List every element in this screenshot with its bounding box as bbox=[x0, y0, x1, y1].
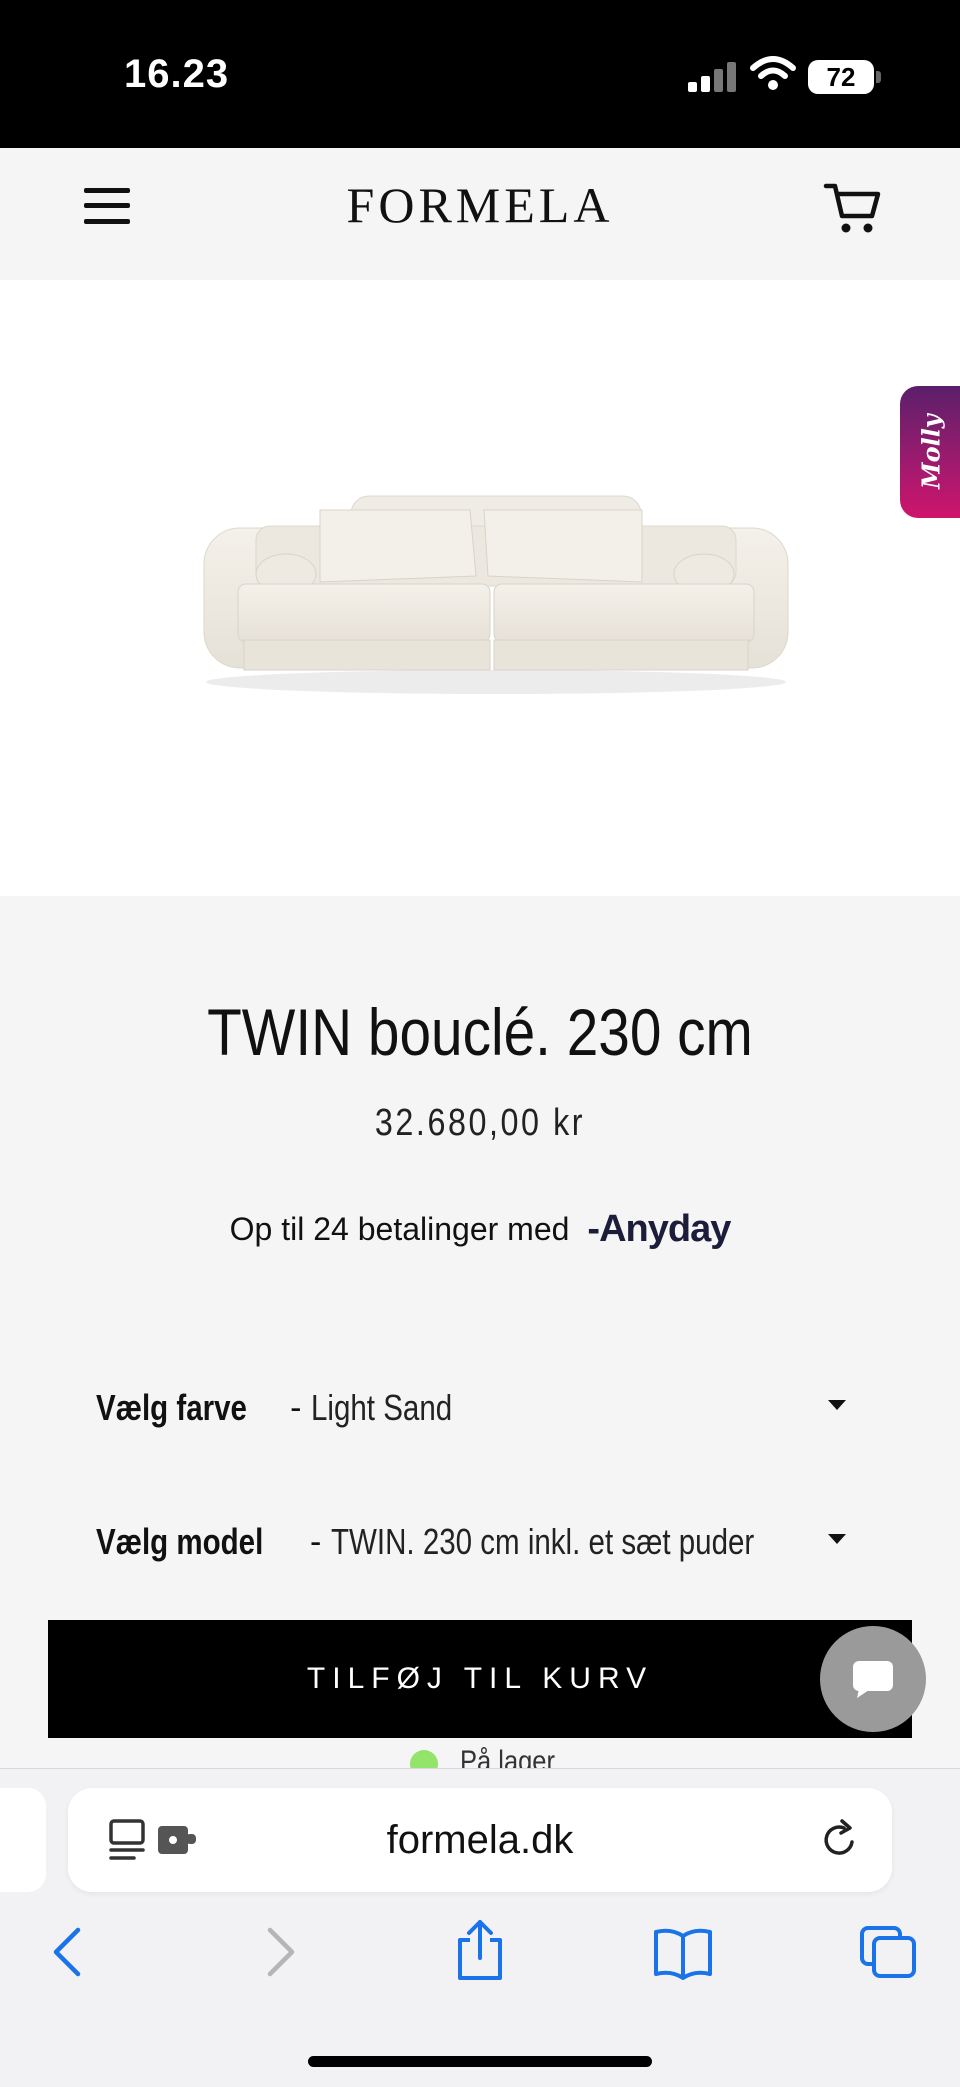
chat-button[interactable] bbox=[820, 1626, 926, 1732]
color-selector-value[interactable]: Light Sand bbox=[311, 1387, 452, 1429]
home-indicator bbox=[308, 2056, 652, 2067]
battery-tip bbox=[876, 71, 881, 83]
color-selector-label: Vælg farve bbox=[96, 1387, 247, 1428]
forward-icon[interactable] bbox=[250, 1924, 306, 1980]
battery-icon: 72 bbox=[808, 60, 874, 94]
share-icon[interactable] bbox=[452, 1918, 508, 1982]
previous-tab-card[interactable] bbox=[0, 1788, 46, 1892]
caret-down-icon[interactable] bbox=[828, 1534, 846, 1544]
model-selector[interactable]: Vælg model - TWIN. 230 cm inkl. et sæt p… bbox=[96, 1512, 866, 1572]
model-selector-separator: - bbox=[310, 1522, 322, 1561]
back-icon[interactable] bbox=[42, 1924, 98, 1980]
payment-text: Op til 24 betalinger med bbox=[229, 1211, 570, 1247]
chat-icon bbox=[853, 1661, 893, 1698]
cart-icon[interactable] bbox=[822, 178, 882, 238]
status-time: 16.23 bbox=[124, 52, 230, 96]
status-bar: 16.23 72 bbox=[0, 0, 960, 148]
payment-info[interactable]: Op til 24 betalinger med -Anyday bbox=[0, 1208, 960, 1251]
reload-icon[interactable] bbox=[818, 1818, 862, 1862]
battery-level: 72 bbox=[826, 61, 856, 92]
url-text[interactable]: formela.dk bbox=[68, 1818, 892, 1863]
product-price: 32.680,00 kr bbox=[374, 1102, 586, 1144]
cellular-signal-icon bbox=[688, 62, 736, 92]
product-image-sofa[interactable] bbox=[196, 490, 796, 700]
add-to-cart-button[interactable]: TILFØJ TIL KURV bbox=[48, 1620, 912, 1738]
molly-label[interactable]: Molly bbox=[903, 415, 959, 490]
model-selector-value[interactable]: TWIN. 230 cm inkl. et sæt puder bbox=[331, 1521, 754, 1563]
color-selector[interactable]: Vælg farve - Light Sand bbox=[96, 1378, 866, 1438]
caret-down-icon[interactable] bbox=[828, 1400, 846, 1410]
bookmarks-icon[interactable] bbox=[652, 1924, 714, 1980]
product-title: TWIN bouclé. 230 cm bbox=[207, 995, 753, 1069]
site-logo[interactable]: FORMELA bbox=[0, 176, 960, 234]
anyday-brand: Anyday bbox=[599, 1208, 731, 1250]
page: 16.23 72 FORMELA Molly TWIN bouclé. 230 … bbox=[0, 0, 960, 2087]
color-selector-separator: - bbox=[290, 1388, 302, 1427]
anyday-logo: -Anyday bbox=[587, 1208, 731, 1250]
tabs-icon[interactable] bbox=[858, 1924, 918, 1980]
model-selector-label: Vælg model bbox=[96, 1521, 264, 1562]
wifi-icon bbox=[750, 56, 796, 90]
